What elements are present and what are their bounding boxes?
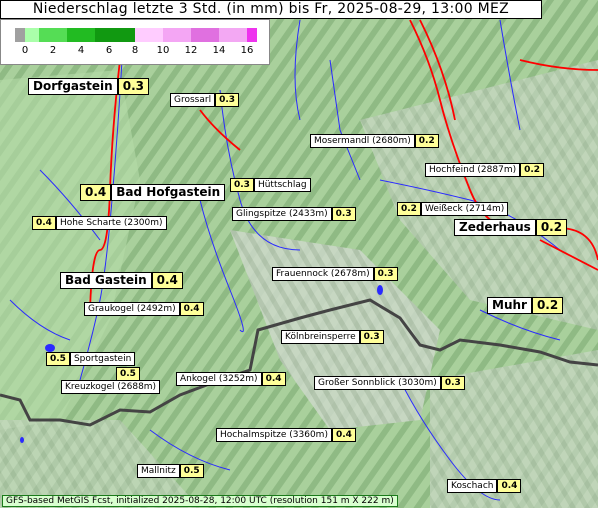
legend-tick: 2 bbox=[49, 45, 57, 56]
place-label-mallnitz: Mallnitz 0.5 bbox=[137, 464, 204, 478]
place-name: Ankogel (3252m) bbox=[176, 372, 262, 386]
precip-value: 0.2 bbox=[397, 202, 421, 216]
precip-value: 0.4 bbox=[32, 216, 56, 230]
place-label-frauennock: Frauennock (2678m) 0.3 bbox=[272, 267, 398, 281]
precip-value: 0.3 bbox=[215, 93, 240, 107]
place-label-koschach: Koschach 0.4 bbox=[447, 479, 522, 493]
precip-value: 0.5 bbox=[116, 367, 140, 381]
place-label-koelnbreinsperre: Kölnbreinsperre 0.3 bbox=[281, 330, 384, 344]
precip-value: 0.4 bbox=[179, 302, 204, 316]
place-name: Hüttschlag bbox=[253, 178, 311, 192]
place-label-mosermandl: Mosermandl (2680m) 0.2 bbox=[310, 134, 439, 148]
city-label-muhr: Muhr 0.2 bbox=[487, 297, 564, 314]
place-label-grossarl: Grossarl 0.3 bbox=[170, 93, 240, 107]
legend-swatch bbox=[135, 28, 163, 42]
place-name: Graukogel (2492m) bbox=[84, 302, 180, 316]
legend-swatch bbox=[163, 28, 191, 42]
precip-value: 0.2 bbox=[520, 163, 545, 177]
place-name: Weißeck (2714m) bbox=[420, 202, 509, 216]
place-name: Mosermandl (2680m) bbox=[310, 134, 415, 148]
precip-value: 0.2 bbox=[535, 219, 568, 236]
legend-tick: 8 bbox=[131, 45, 139, 56]
place-name: Hohe Scharte (2300m) bbox=[55, 216, 167, 230]
place-name: Sportgastein bbox=[69, 352, 136, 366]
place-label-sportgastein: 0.5 Sportgastein bbox=[46, 352, 136, 366]
precip-value: 0.5 bbox=[46, 352, 70, 366]
city-name: Muhr bbox=[487, 297, 532, 314]
city-label-bad-hofgastein: 0.4 Bad Hofgastein bbox=[80, 184, 226, 201]
legend-swatch-zero bbox=[15, 28, 25, 42]
legend-swatch bbox=[67, 28, 95, 42]
precip-value: 0.3 bbox=[440, 376, 465, 390]
forecast-footer: GFS-based MetGIS Fcst, initialized 2025-… bbox=[2, 495, 398, 507]
legend-swatch-max bbox=[247, 28, 257, 42]
precip-value: 0.4 bbox=[497, 479, 522, 493]
place-value-kreuzkogel: 0.5 bbox=[116, 367, 140, 381]
legend-tick: 10 bbox=[156, 45, 170, 56]
place-label-hochalmspitze: Hochalmspitze (3360m) 0.4 bbox=[216, 428, 356, 442]
city-name: Zederhaus bbox=[454, 219, 536, 236]
city-name: Dorfgastein bbox=[28, 78, 118, 95]
precip-value: 0.4 bbox=[80, 184, 112, 201]
city-name: Bad Gastein bbox=[60, 272, 152, 289]
place-label-grosser-sonnblick: Großer Sonnblick (3030m) 0.3 bbox=[314, 376, 465, 390]
place-label-glingspitze: Glingspitze (2433m) 0.3 bbox=[232, 207, 356, 221]
legend-swatch bbox=[39, 28, 67, 42]
legend-swatch bbox=[191, 28, 219, 42]
legend-tick: 14 bbox=[212, 45, 226, 56]
place-name: Grossarl bbox=[170, 93, 216, 107]
place-label-weisseck: 0.2 Weißeck (2714m) bbox=[397, 202, 509, 216]
place-label-kreuzkogel: Kreuzkogel (2688m) bbox=[61, 380, 161, 394]
place-label-huettschlag: 0.3 Hüttschlag bbox=[230, 178, 311, 192]
city-label-zederhaus: Zederhaus 0.2 bbox=[454, 219, 568, 236]
legend-tick: 16 bbox=[240, 45, 254, 56]
place-name: Frauennock (2678m) bbox=[272, 267, 374, 281]
precip-value: 0.3 bbox=[117, 78, 149, 95]
precip-value: 0.3 bbox=[331, 207, 356, 221]
legend-swatch bbox=[95, 28, 135, 42]
legend-tick: 6 bbox=[105, 45, 113, 56]
place-name: Glingspitze (2433m) bbox=[232, 207, 332, 221]
place-name: Großer Sonnblick (3030m) bbox=[314, 376, 441, 390]
place-label-hochfeind: Hochfeind (2887m) 0.2 bbox=[425, 163, 545, 177]
map-title: Niederschlag letzte 3 Std. (in mm) bis F… bbox=[0, 0, 542, 19]
city-label-dorfgastein: Dorfgastein 0.3 bbox=[28, 78, 149, 95]
legend-tick: 0 bbox=[21, 45, 29, 56]
precip-value: 0.4 bbox=[331, 428, 356, 442]
legend-tick: 4 bbox=[77, 45, 85, 56]
precip-value: 0.4 bbox=[151, 272, 183, 289]
place-name: Hochfeind (2887m) bbox=[425, 163, 521, 177]
city-name: Bad Hofgastein bbox=[111, 184, 226, 201]
place-name: Kreuzkogel (2688m) bbox=[61, 380, 161, 394]
place-label-ankogel: Ankogel (3252m) 0.4 bbox=[176, 372, 286, 386]
place-label-graukogel: Graukogel (2492m) 0.4 bbox=[84, 302, 204, 316]
legend-swatch bbox=[219, 28, 247, 42]
precip-value: 0.4 bbox=[261, 372, 286, 386]
place-name: Kölnbreinsperre bbox=[281, 330, 360, 344]
place-name: Hochalmspitze (3360m) bbox=[216, 428, 332, 442]
legend-tick: 12 bbox=[184, 45, 198, 56]
legend-swatch bbox=[25, 28, 39, 42]
precip-value: 0.3 bbox=[359, 330, 384, 344]
place-name: Mallnitz bbox=[137, 464, 180, 478]
precip-value: 0.2 bbox=[531, 297, 564, 314]
precip-value: 0.2 bbox=[414, 134, 439, 148]
place-name: Koschach bbox=[447, 479, 498, 493]
precip-value: 0.3 bbox=[373, 267, 398, 281]
precipitation-legend: 0 2 4 6 8 10 12 14 16 bbox=[0, 19, 270, 65]
precip-value: 0.5 bbox=[179, 464, 204, 478]
precip-value: 0.3 bbox=[230, 178, 254, 192]
city-label-bad-gastein: Bad Gastein 0.4 bbox=[60, 272, 183, 289]
place-label-hohe-scharte: 0.4 Hohe Scharte (2300m) bbox=[32, 216, 167, 230]
